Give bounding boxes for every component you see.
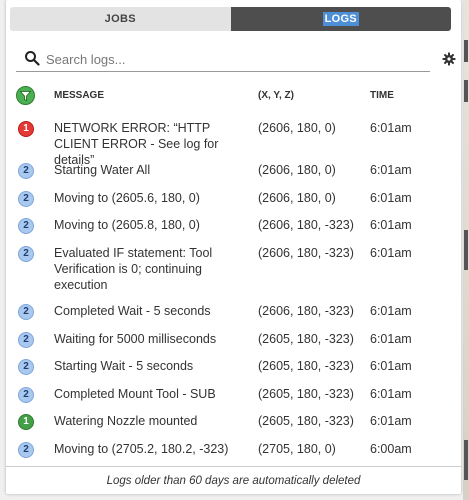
log-row[interactable]: 1 Watering Nozzle mounted (2605, 180, -3…	[0, 413, 455, 433]
log-message: Moving to (2705.2, 180.2, -323)	[54, 442, 229, 456]
log-message: Starting Wait - 5 seconds	[54, 359, 194, 373]
log-message: Evaluated IF statement: Tool Verificatio…	[54, 246, 213, 292]
log-time: 6:01am	[370, 246, 412, 260]
log-time: 6:01am	[370, 387, 412, 401]
log-message: Starting Water All	[54, 163, 151, 177]
log-time: 6:01am	[370, 332, 412, 346]
log-row[interactable]: 2 Moving to (2605.6, 180, 0) (2606, 180,…	[0, 190, 455, 210]
log-row[interactable]: 2 Completed Wait - 5 seconds (2606, 180,…	[0, 303, 455, 323]
log-xyz: (2606, 180, -323)	[258, 304, 354, 318]
footer-divider	[6, 466, 461, 467]
info-badge: 2	[18, 387, 34, 403]
header-time: TIME	[370, 90, 394, 101]
log-message: Completed Mount Tool - SUB	[54, 387, 216, 401]
tab-logs-label: LOGS	[322, 12, 359, 26]
log-message: Moving to (2605.6, 180, 0)	[54, 191, 200, 205]
info-badge: 2	[18, 442, 34, 458]
info-badge: 2	[18, 218, 34, 234]
window-edge	[463, 0, 469, 500]
log-xyz: (2606, 180, 0)	[258, 121, 336, 135]
log-row[interactable]: 2 Moving to (2705.2, 180.2, -323) (2705,…	[0, 441, 455, 461]
info-badge: 2	[18, 246, 34, 262]
log-row[interactable]: 2 Evaluated IF statement: Tool Verificat…	[0, 245, 455, 295]
log-message: Moving to (2605.8, 180, 0)	[54, 218, 200, 232]
log-xyz: (2605, 180, -323)	[258, 387, 354, 401]
info-badge: 2	[18, 332, 34, 348]
info-badge: 2	[18, 163, 34, 179]
log-message: NETWORK ERROR: “HTTP CLIENT ERROR - See …	[54, 121, 219, 167]
retention-note: Logs older than 60 days are automaticall…	[106, 475, 361, 487]
gear-icon[interactable]	[442, 52, 456, 66]
log-time: 6:01am	[370, 304, 412, 318]
log-time: 6:01am	[370, 359, 412, 373]
log-row[interactable]: 2 Completed Mount Tool - SUB (2605, 180,…	[0, 386, 455, 406]
log-time: 6:00am	[370, 442, 412, 456]
log-time: 6:01am	[370, 163, 412, 177]
filter-icon[interactable]	[16, 86, 35, 105]
log-xyz: (2606, 180, 0)	[258, 163, 336, 177]
log-row[interactable]: 2 Moving to (2605.8, 180, 0) (2606, 180,…	[0, 217, 455, 237]
log-message: Watering Nozzle mounted	[54, 414, 198, 428]
success-badge: 1	[18, 414, 34, 430]
info-badge: 2	[18, 359, 34, 375]
log-xyz: (2605, 180, -323)	[258, 332, 354, 346]
search-input[interactable]	[44, 47, 428, 71]
log-row[interactable]: 2 Starting Water All (2606, 180, 0) 6:01…	[0, 162, 455, 182]
log-message: Waiting for 5000 milliseconds	[54, 332, 217, 346]
log-xyz: (2605, 180, -323)	[258, 359, 354, 373]
log-time: 6:01am	[370, 191, 412, 205]
log-time: 6:01am	[370, 218, 412, 232]
info-badge: 2	[18, 191, 34, 207]
log-time: 6:01am	[370, 121, 412, 135]
log-xyz: (2606, 180, 0)	[258, 191, 336, 205]
log-xyz: (2605, 180, -323)	[258, 414, 354, 428]
info-badge: 2	[18, 304, 34, 320]
log-xyz: (2606, 180, -323)	[258, 218, 354, 232]
tab-bar: JOBS LOGS	[10, 7, 451, 31]
search-bar	[16, 45, 430, 72]
header-xyz: (X, Y, Z)	[258, 90, 294, 101]
log-row[interactable]: 2 Starting Wait - 5 seconds (2605, 180, …	[0, 358, 455, 378]
log-message: Completed Wait - 5 seconds	[54, 304, 211, 318]
log-time: 6:01am	[370, 414, 412, 428]
log-xyz: (2606, 180, -323)	[258, 246, 354, 260]
search-icon	[25, 51, 40, 66]
header-message: MESSAGE	[54, 90, 105, 101]
tab-logs[interactable]: LOGS	[230, 7, 451, 31]
log-row[interactable]: 1 NETWORK ERROR: “HTTP CLIENT ERROR - Se…	[0, 120, 455, 167]
log-xyz: (2705, 180, 0)	[258, 442, 336, 456]
tab-jobs[interactable]: JOBS	[10, 7, 231, 31]
log-row[interactable]: 2 Waiting for 5000 milliseconds (2605, 1…	[0, 331, 455, 351]
error-badge: 1	[18, 121, 34, 137]
